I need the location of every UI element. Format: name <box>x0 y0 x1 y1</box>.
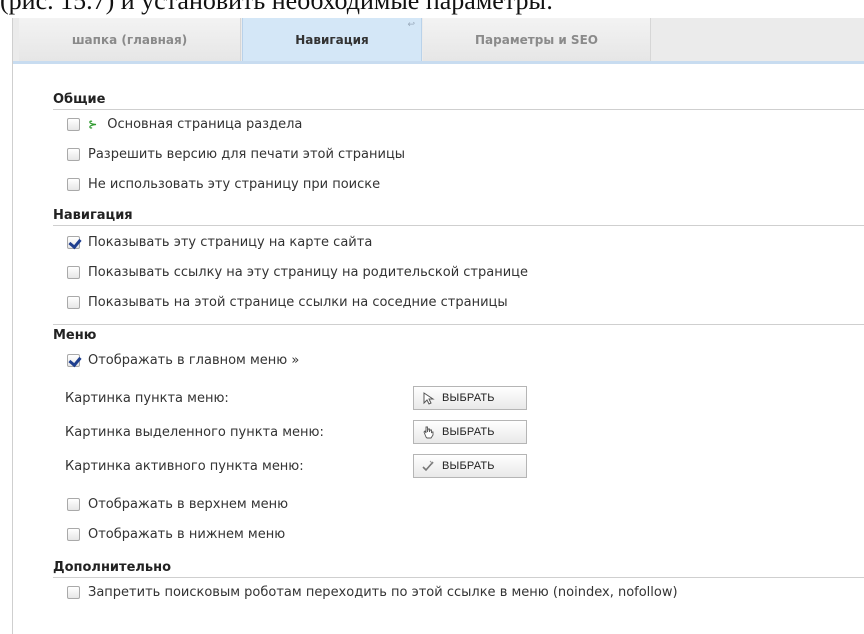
tab-corner-icon: ↩ <box>407 20 415 30</box>
hand-icon <box>420 424 436 440</box>
section-divider <box>53 324 864 325</box>
section-divider <box>53 577 864 578</box>
checkbox[interactable] <box>67 147 80 161</box>
select-menu-image-button[interactable]: ВЫБРАТЬ <box>413 386 527 410</box>
option-show-in-main-menu[interactable]: Отображать в главном меню » <box>67 350 299 370</box>
option-show-on-sitemap[interactable]: Показывать эту страницу на карте сайта <box>67 232 372 252</box>
tab-bar: шапка (главная) Навигация ↩ Параметры и … <box>13 18 864 64</box>
checkbox[interactable] <box>67 497 80 511</box>
section-title-general: Общие <box>53 92 106 107</box>
checkbox[interactable] <box>67 295 80 309</box>
option-show-in-top-menu[interactable]: Отображать в верхнем меню <box>67 494 288 514</box>
tab-header-main[interactable]: шапка (главная) <box>19 18 241 61</box>
option-label: Отображать в главном меню » <box>88 352 300 368</box>
select-highlighted-menu-image-button[interactable]: ВЫБРАТЬ <box>413 420 527 444</box>
checkbox[interactable] <box>67 177 80 191</box>
menu-image-label: Картинка активного пункта меню: <box>65 458 304 474</box>
menu-image-label: Картинка пункта меню: <box>65 390 229 406</box>
section-divider <box>53 225 864 226</box>
checkbox[interactable] <box>67 527 80 541</box>
check-pencil-icon <box>420 458 436 474</box>
option-print-version[interactable]: Разрешить версию для печати этой страниц… <box>67 144 405 164</box>
cursor-icon <box>420 390 436 406</box>
section-title-navigation: Навигация <box>53 208 133 223</box>
option-label: Запретить поисковым роботам переходить п… <box>88 584 678 600</box>
option-show-sibling-links[interactable]: Показывать на этой странице ссылки на со… <box>67 292 508 312</box>
button-label: ВЫБРАТЬ <box>442 392 495 404</box>
option-label: Не использовать эту страницу при поиске <box>88 176 381 192</box>
option-exclude-search[interactable]: Не использовать эту страницу при поиске <box>67 174 380 194</box>
checkbox-checked[interactable] <box>67 353 80 367</box>
section-title-menu: Меню <box>53 328 97 343</box>
option-label: Отображать в верхнем меню <box>88 496 289 512</box>
button-label: ВЫБРАТЬ <box>442 426 495 438</box>
checkbox[interactable] <box>67 585 80 599</box>
tab-navigation-label: Навигация <box>295 32 369 47</box>
option-show-link-on-parent[interactable]: Показывать ссылку на эту страницу на род… <box>67 262 528 282</box>
settings-panel: шапка (главная) Навигация ↩ Параметры и … <box>12 18 864 634</box>
section-divider <box>53 109 864 110</box>
section-title-additional: Дополнительно <box>53 560 172 575</box>
tab-params-seo[interactable]: Параметры и SEO <box>423 18 651 61</box>
button-label: ВЫБРАТЬ <box>442 460 495 472</box>
option-label: Показывать ссылку на эту страницу на род… <box>88 264 529 280</box>
checkbox-checked[interactable] <box>67 235 80 249</box>
option-label: Основная страница раздела <box>107 116 303 132</box>
tab-navigation[interactable]: Навигация ↩ <box>242 18 422 61</box>
select-active-menu-image-button[interactable]: ВЫБРАТЬ <box>413 454 527 478</box>
option-nofollow-robots[interactable]: Запретить поисковым роботам переходить п… <box>67 582 678 602</box>
document-text-line: (рис. 15.7) и установить необходимые пар… <box>0 0 554 15</box>
option-label: Показывать на этой странице ссылки на со… <box>88 294 508 310</box>
option-main-section-page[interactable]: ⊱ Основная страница раздела <box>67 114 302 134</box>
option-label: Отображать в нижнем меню <box>88 526 286 542</box>
option-show-in-bottom-menu[interactable]: Отображать в нижнем меню <box>67 524 285 544</box>
option-label: Показывать эту страницу на карте сайта <box>88 234 373 250</box>
checkbox[interactable] <box>67 117 80 131</box>
leaf-icon: ⊱ <box>88 117 98 131</box>
option-label: Разрешить версию для печати этой страниц… <box>88 146 406 162</box>
menu-image-label: Картинка выделенного пункта меню: <box>65 424 324 440</box>
checkbox[interactable] <box>67 265 80 279</box>
